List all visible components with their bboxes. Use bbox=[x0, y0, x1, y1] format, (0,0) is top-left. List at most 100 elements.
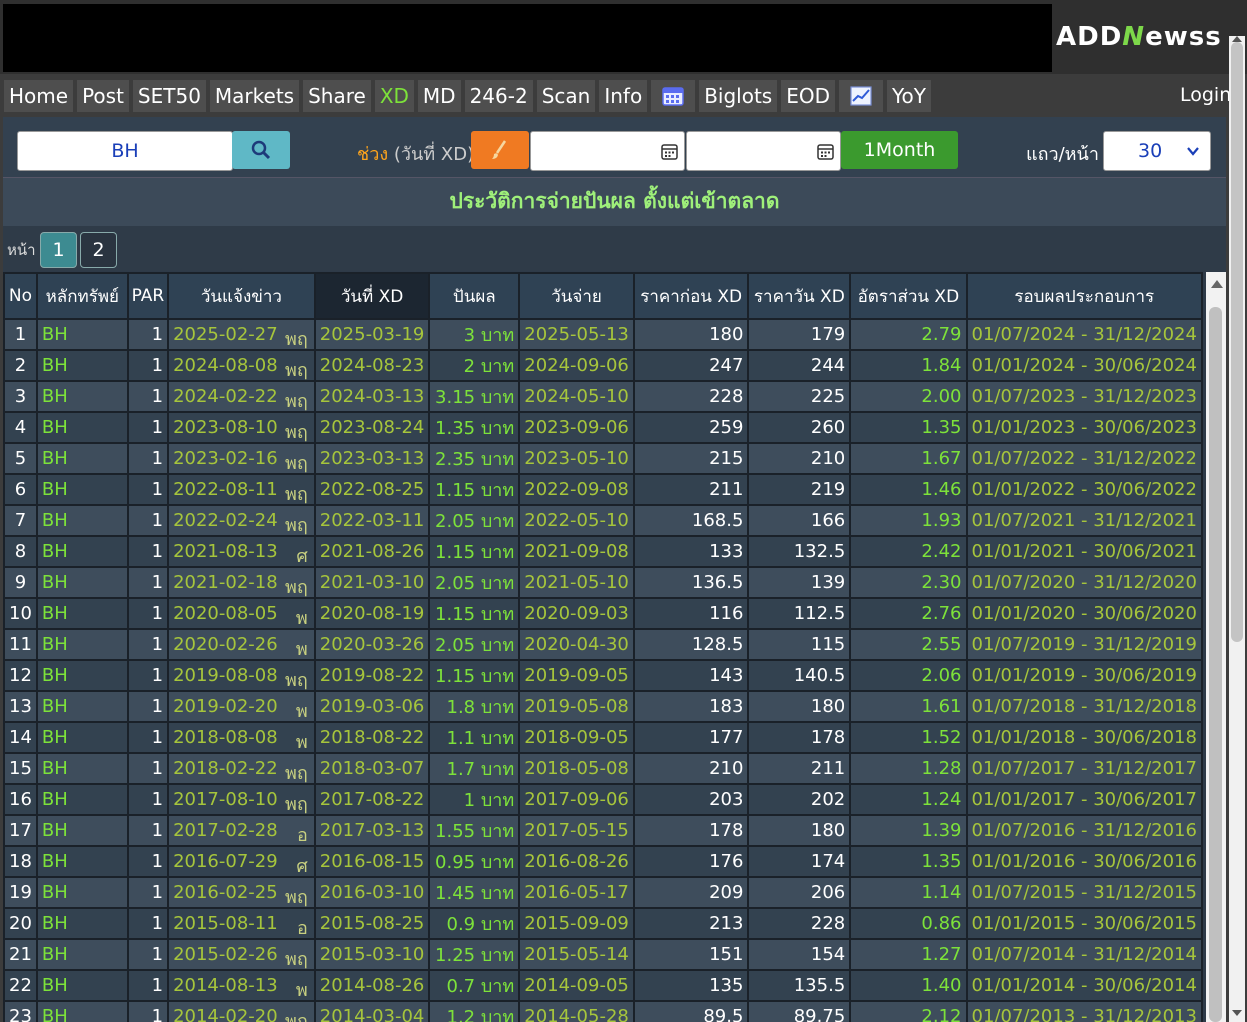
calendar-icon bbox=[662, 87, 684, 106]
cell-no: 23 bbox=[3, 1000, 38, 1022]
cell-announce-weekday: พ bbox=[295, 980, 308, 1001]
cell-symbol[interactable]: BH bbox=[35, 535, 129, 568]
column-header-xd-ratio[interactable]: อัตราส่วน XD bbox=[849, 272, 968, 320]
date-to-input[interactable] bbox=[686, 131, 841, 171]
cell-dividend-text: 1.1 บาท bbox=[446, 728, 515, 749]
date-from-input[interactable] bbox=[530, 131, 685, 171]
nav-set50[interactable]: SET50 bbox=[132, 80, 206, 112]
cell-symbol[interactable]: BH bbox=[35, 907, 129, 940]
cell-symbol[interactable]: BH bbox=[35, 566, 129, 599]
column-header-operating-period[interactable]: รอบผลประกอบการ bbox=[965, 272, 1203, 320]
nav-eod[interactable]: EOD bbox=[781, 80, 835, 112]
nav-share[interactable]: Share bbox=[303, 80, 371, 112]
nav-yoy[interactable]: YoY bbox=[887, 80, 932, 112]
symbol-search-input[interactable]: BH bbox=[17, 131, 233, 171]
cell-dividend: 1.15 บาท bbox=[428, 597, 521, 630]
column-header-no[interactable]: No bbox=[3, 272, 38, 320]
column-header-price-xd-day[interactable]: ราคาวัน XD bbox=[747, 272, 852, 320]
cell-price-xd-day-text: 210 bbox=[810, 448, 846, 469]
cell-symbol[interactable]: BH bbox=[35, 318, 129, 351]
cell-symbol[interactable]: BH bbox=[35, 938, 129, 971]
cell-no-text: 8 bbox=[14, 541, 27, 562]
search-button[interactable] bbox=[232, 131, 290, 169]
cell-symbol[interactable]: BH bbox=[35, 473, 129, 506]
cell-symbol[interactable]: BH bbox=[35, 845, 129, 878]
cell-xd-ratio: 1.61 bbox=[849, 690, 968, 723]
cell-price-xd-day-text: 135.5 bbox=[793, 975, 846, 996]
cell-symbol[interactable]: BH bbox=[35, 659, 129, 692]
cell-symbol[interactable]: BH bbox=[35, 783, 129, 816]
cell-no: 21 bbox=[3, 938, 38, 971]
login-link[interactable]: Login bbox=[1180, 84, 1231, 106]
cell-symbol[interactable]: BH bbox=[35, 876, 129, 909]
calendar-icon[interactable] bbox=[817, 143, 834, 160]
cell-symbol[interactable]: BH bbox=[35, 380, 129, 413]
cell-symbol[interactable]: BH bbox=[35, 721, 129, 754]
cell-symbol[interactable]: BH bbox=[35, 504, 129, 537]
calendar-icon[interactable] bbox=[661, 143, 678, 160]
clear-dates-button[interactable] bbox=[471, 131, 529, 169]
cell-xd-date-text: 2025-03-19 bbox=[319, 324, 425, 345]
cell-announce-weekday: พ bbox=[295, 701, 308, 722]
nav-biglots[interactable]: Biglots bbox=[699, 80, 778, 112]
cell-xd-date-text: 2020-03-26 bbox=[319, 634, 425, 655]
column-header-par[interactable]: PAR bbox=[126, 272, 170, 320]
column-header-xd-date[interactable]: วันที่ XD bbox=[313, 272, 431, 320]
cell-symbol[interactable]: BH bbox=[35, 628, 129, 661]
cell-price-before-xd-text: 143 bbox=[709, 665, 744, 686]
cell-symbol[interactable]: BH bbox=[35, 690, 129, 723]
nav-xd[interactable]: XD bbox=[374, 80, 414, 112]
cell-symbol[interactable]: BH bbox=[35, 1000, 129, 1022]
nav-246-2[interactable]: 246-2 bbox=[464, 80, 533, 112]
scroll-down-icon[interactable] bbox=[1232, 1010, 1242, 1016]
cell-operating-period-text: 01/07/2015 - 31/12/2015 bbox=[971, 882, 1197, 903]
cell-no-text: 23 bbox=[9, 1006, 32, 1022]
page-button-1[interactable]: 1 bbox=[40, 232, 77, 268]
window-scrollbar[interactable] bbox=[1229, 36, 1245, 1022]
column-header-pay-date[interactable]: วันจ่าย bbox=[518, 272, 635, 320]
cell-symbol[interactable]: BH bbox=[35, 349, 129, 382]
cell-announce-date: 2020-02-26 พ bbox=[167, 628, 316, 661]
column-header-price-before-xd[interactable]: ราคาก่อน XD bbox=[632, 272, 750, 320]
column-header-symbol[interactable]: หลักทรัพย์ bbox=[35, 272, 129, 320]
cell-xd-ratio-text: 1.46 bbox=[921, 479, 962, 500]
page-button-2[interactable]: 2 bbox=[80, 232, 117, 268]
cell-symbol[interactable]: BH bbox=[35, 442, 129, 475]
nav-info[interactable]: Info bbox=[599, 80, 648, 112]
rows-per-page-select[interactable]: 30 bbox=[1103, 131, 1211, 171]
one-month-button[interactable]: 1Month bbox=[841, 131, 958, 169]
cell-pay-date-text: 2022-09-08 bbox=[524, 479, 629, 500]
nav-md[interactable]: MD bbox=[417, 80, 461, 112]
cell-par-text: 1 bbox=[151, 603, 164, 624]
scroll-thumb[interactable] bbox=[1231, 42, 1243, 642]
scroll-thumb[interactable] bbox=[1209, 307, 1222, 1022]
nav-home[interactable]: Home bbox=[4, 80, 74, 112]
cell-price-xd-day-text: 260 bbox=[810, 417, 846, 438]
nav-post[interactable]: Post bbox=[77, 80, 129, 112]
cell-par: 1 bbox=[126, 628, 170, 661]
table-scrollbar[interactable] bbox=[1206, 272, 1226, 1022]
cell-symbol[interactable]: BH bbox=[35, 411, 129, 444]
cell-symbol[interactable]: BH bbox=[35, 969, 129, 1002]
nav-markets[interactable]: Markets bbox=[209, 80, 300, 112]
cell-price-before-xd: 180 bbox=[632, 318, 750, 351]
nav-chart-button[interactable] bbox=[839, 80, 883, 112]
column-header-dividend[interactable]: ปันผล bbox=[428, 272, 521, 320]
cell-symbol[interactable]: BH bbox=[35, 752, 129, 785]
scroll-up-icon[interactable] bbox=[1211, 280, 1223, 288]
cell-symbol[interactable]: BH bbox=[35, 814, 129, 847]
cell-announce-date-text: 2021-08-13 bbox=[173, 541, 278, 562]
column-header-announce-date[interactable]: วันแจ้งข่าว bbox=[167, 272, 316, 320]
site-logo[interactable]: ADDNewss bbox=[1056, 22, 1222, 52]
cell-operating-period: 01/07/2019 - 31/12/2019 bbox=[965, 628, 1203, 661]
cell-xd-date-text: 2014-08-26 bbox=[319, 975, 425, 996]
cell-operating-period-text: 01/01/2014 - 30/06/2014 bbox=[971, 975, 1197, 996]
cell-announce-date: 2019-08-08 พฤ bbox=[167, 659, 316, 692]
cell-operating-period-text: 01/01/2022 - 30/06/2022 bbox=[971, 479, 1197, 500]
cell-operating-period: 01/01/2024 - 30/06/2024 bbox=[965, 349, 1203, 382]
cell-symbol-text: BH bbox=[41, 758, 68, 779]
cell-no: 8 bbox=[3, 535, 38, 568]
nav-scan[interactable]: Scan bbox=[536, 80, 596, 112]
cell-symbol[interactable]: BH bbox=[35, 597, 129, 630]
nav-calendar-button[interactable] bbox=[651, 80, 696, 112]
